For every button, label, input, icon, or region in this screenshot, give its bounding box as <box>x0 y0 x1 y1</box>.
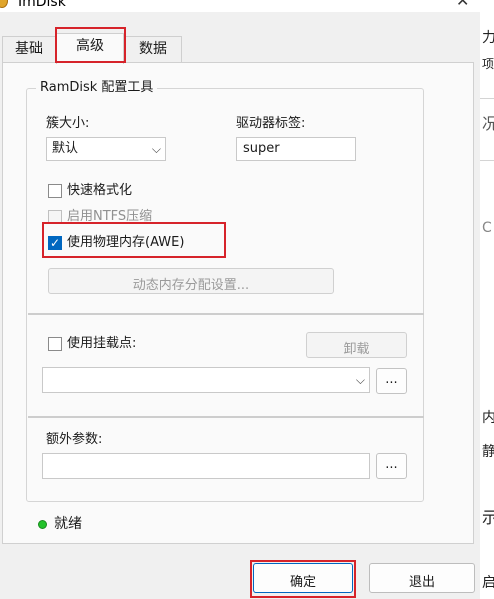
background-text: 静 <box>482 444 494 460</box>
drive-label-label: 驱动器标签: <box>236 116 306 131</box>
separator <box>28 416 424 418</box>
quick-format-checkbox[interactable] <box>48 184 62 198</box>
exit-button[interactable]: 退出 <box>369 563 475 593</box>
drive-label-input[interactable]: super <box>236 137 356 161</box>
annotation-highlight-box <box>42 222 226 258</box>
background-text: 示 <box>482 508 494 527</box>
background-text: 内 <box>482 410 494 426</box>
status-indicator-icon <box>38 520 47 529</box>
window-title: ImDisk <box>18 0 66 10</box>
cluster-size-value: 默认 <box>52 141 79 156</box>
background-text: 况 <box>482 114 494 133</box>
close-icon[interactable]: ✕ <box>456 0 469 10</box>
tab-data[interactable]: 数据 <box>124 36 182 63</box>
unmount-button[interactable]: 卸载 <box>306 332 407 358</box>
tab-basic[interactable]: 基础 <box>2 36 56 63</box>
background-text: C <box>482 220 492 236</box>
background-text: 力 <box>482 30 494 46</box>
cluster-size-label: 簇大小: <box>46 116 90 131</box>
drive-label-value: super <box>243 141 280 156</box>
extra-params-input[interactable] <box>42 453 370 479</box>
background-divider <box>480 160 494 161</box>
quick-format-label: 快速格式化 <box>67 183 133 198</box>
dynamic-memory-settings-button[interactable]: 动态内存分配设置... <box>48 268 334 294</box>
background-divider <box>480 98 494 99</box>
background-window: 力 项 况 C 内 静 示 启 <box>480 12 494 599</box>
status-text: 就绪 <box>54 516 82 532</box>
title-bar: ImDisk ✕ <box>0 0 494 12</box>
use-mount-point-label: 使用挂载点: <box>67 336 137 351</box>
annotation-highlight-box <box>250 560 356 598</box>
app-icon <box>0 0 8 8</box>
chevron-down-icon: ⌵ <box>151 142 161 156</box>
cluster-size-dropdown[interactable]: 默认 ⌵ <box>46 137 166 161</box>
extra-params-browse-button[interactable]: ... <box>376 453 407 479</box>
mount-point-browse-button[interactable]: ... <box>376 368 407 394</box>
annotation-highlight-box <box>55 27 126 63</box>
groupbox-title: RamDisk 配置工具 <box>36 80 158 96</box>
separator <box>28 313 424 315</box>
use-mount-point-checkbox[interactable] <box>48 337 62 351</box>
chevron-down-icon: ⌵ <box>355 373 365 387</box>
mount-point-dropdown[interactable]: ⌵ <box>42 367 370 393</box>
extra-params-label: 额外参数: <box>46 432 103 447</box>
background-text: 启 <box>482 575 494 591</box>
background-text: 项 <box>482 57 494 71</box>
